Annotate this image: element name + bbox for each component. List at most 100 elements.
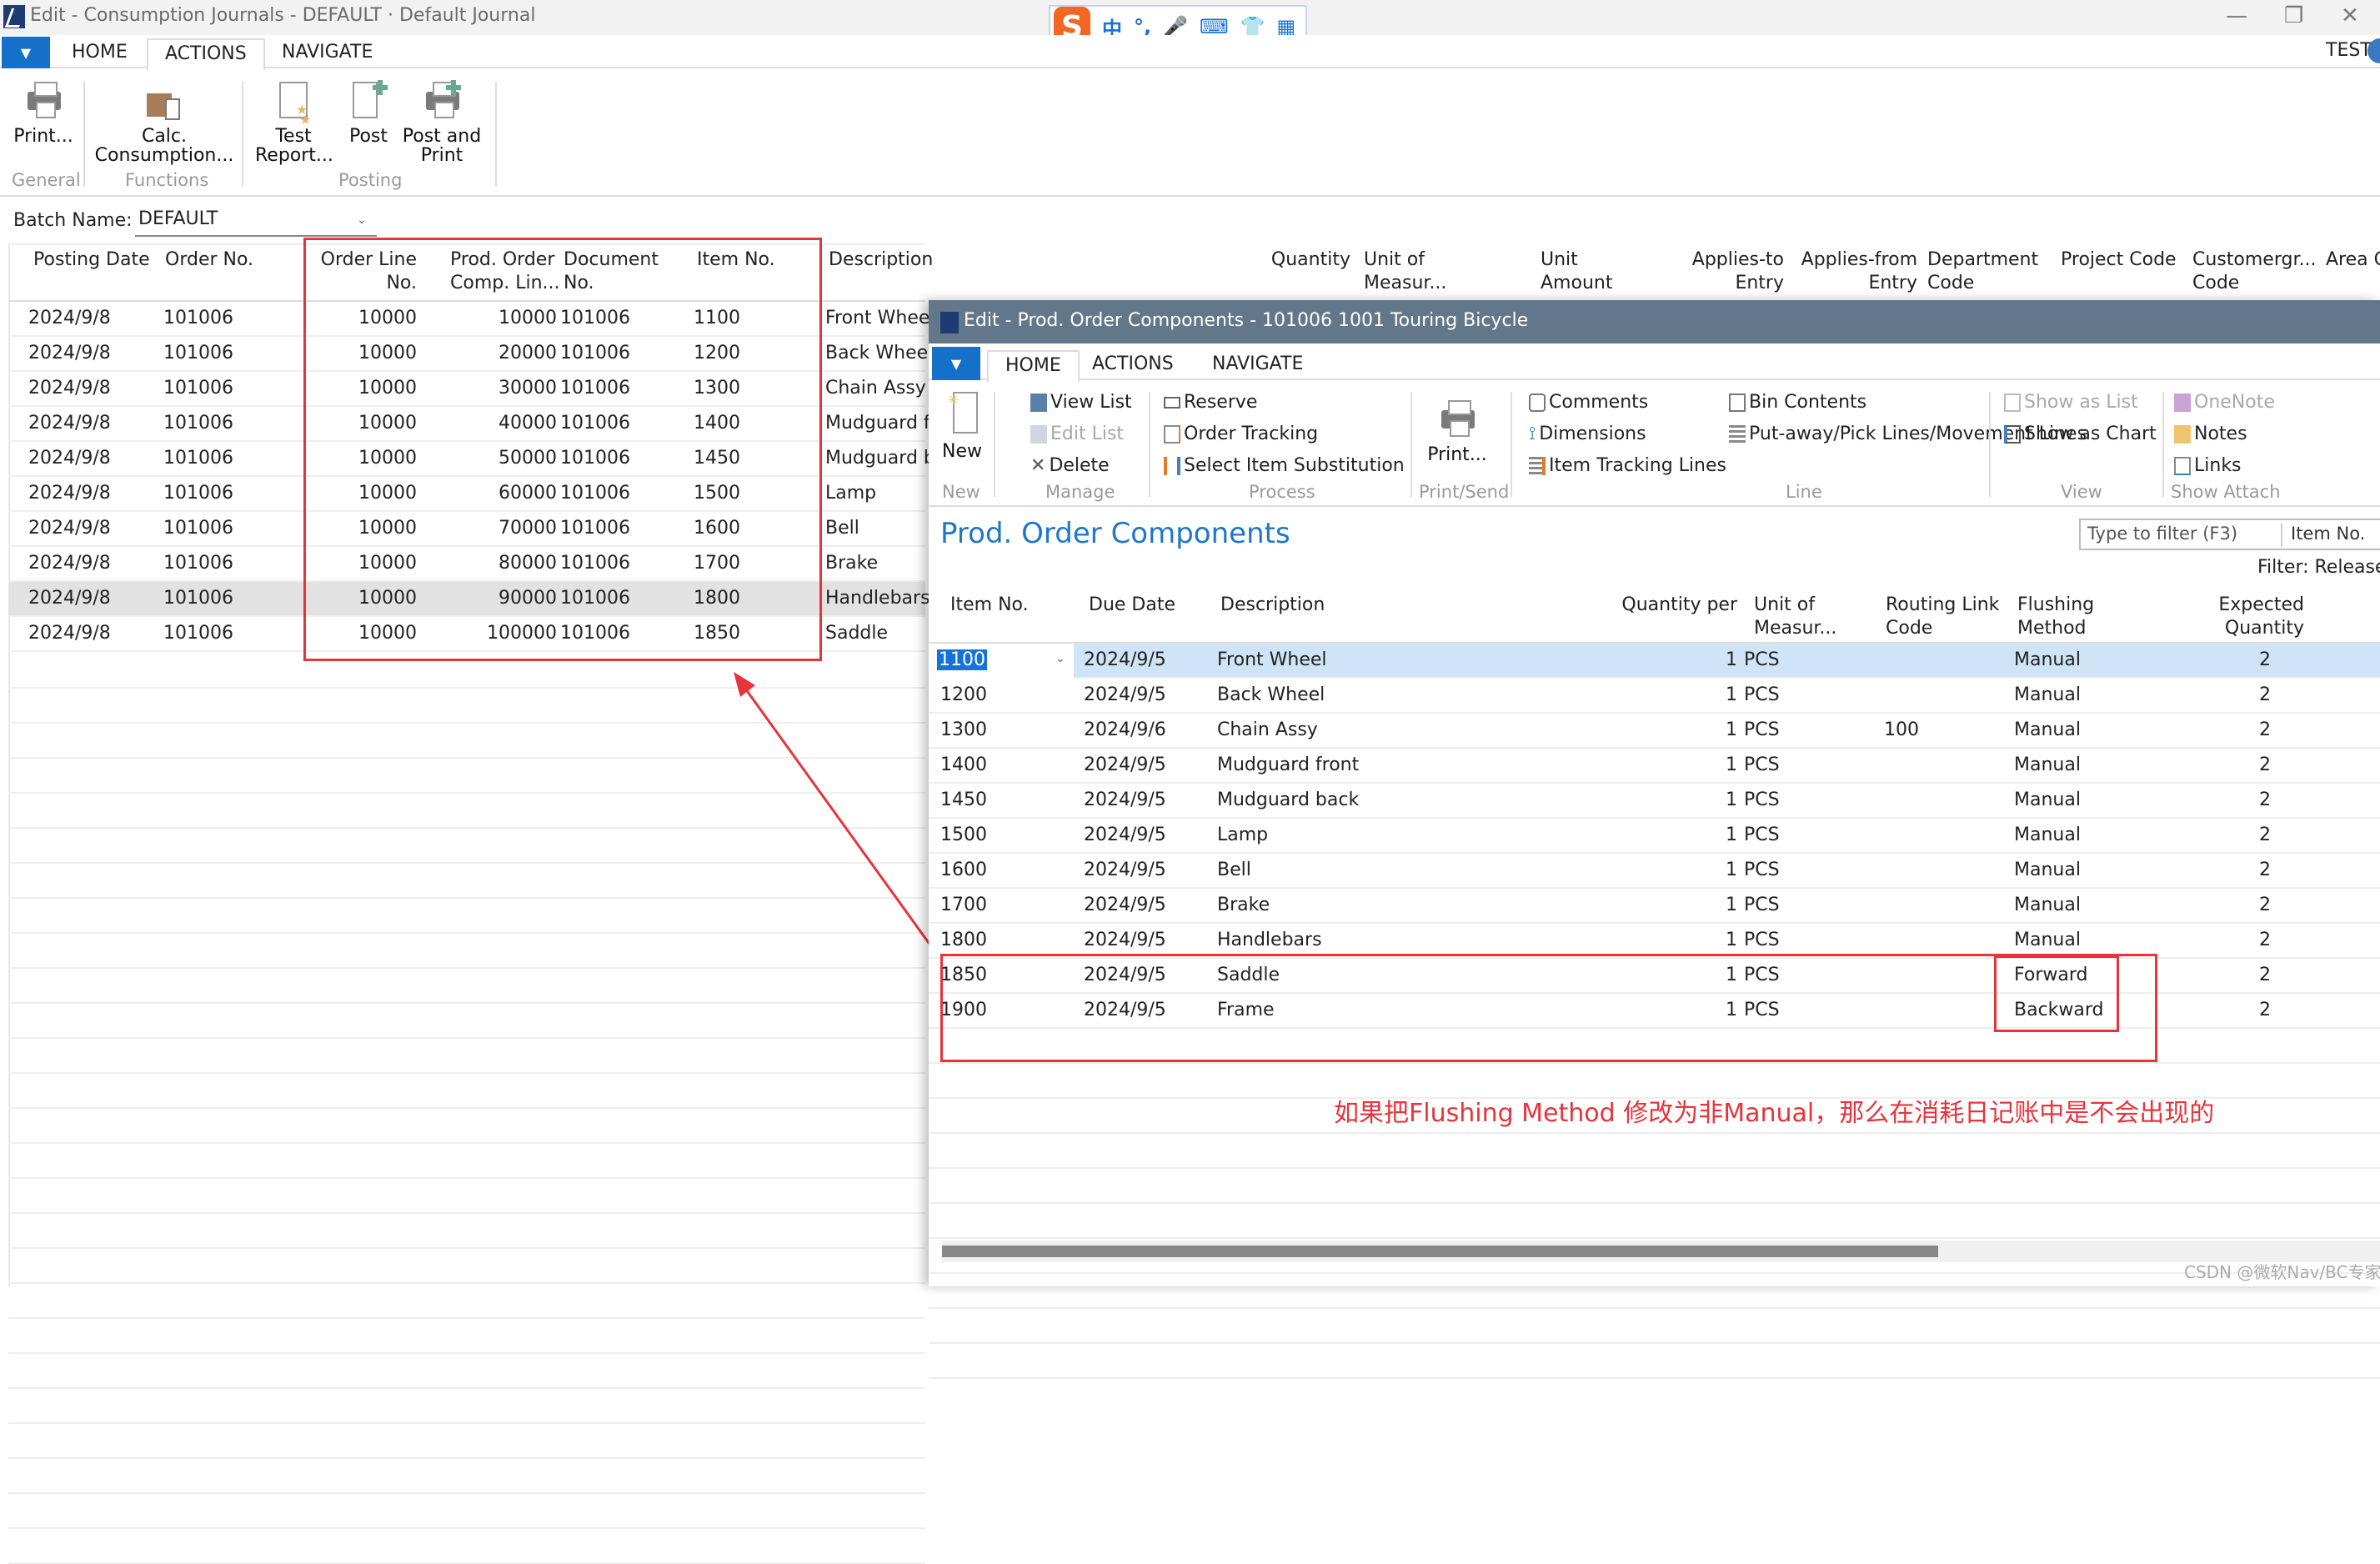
cell-due-date[interactable]: 2024/9/5: [1084, 895, 1166, 915]
tab-home[interactable]: HOME: [55, 38, 144, 70]
cell-flushing[interactable]: Manual: [2014, 649, 2081, 670]
component-row[interactable]: 1600 2024/9/5 Bell 1 PCS Manual 2: [929, 854, 2380, 889]
item-tracking-lines-button[interactable]: Item Tracking Lines: [1529, 455, 1726, 476]
cell-posting-date[interactable]: 2024/9/8: [28, 588, 111, 609]
restore-button[interactable]: ❐: [2284, 3, 2303, 28]
cell-uom[interactable]: PCS: [1744, 684, 1780, 705]
cell-expected-qty[interactable]: 2: [2229, 860, 2271, 880]
cell-uom[interactable]: PCS: [1744, 649, 1780, 670]
comments-button[interactable]: Comments: [1529, 392, 1648, 413]
cell-uom[interactable]: PCS: [1744, 930, 1780, 950]
column-header[interactable]: Applies-from Entry: [1792, 248, 1917, 295]
cell-posting-date[interactable]: 2024/9/8: [28, 518, 111, 539]
cell-description[interactable]: Brake: [825, 553, 878, 574]
show-as-chart-button[interactable]: Show as Chart: [2004, 424, 2157, 444]
column-header[interactable]: Applies-to Entry: [1686, 248, 1784, 295]
cell-description[interactable]: Lamp: [825, 483, 876, 504]
links-button[interactable]: Links: [2174, 455, 2242, 476]
cell-qty-per[interactable]: 1: [1679, 754, 1737, 775]
popup-menu-dropdown-button[interactable]: ▼: [932, 347, 980, 380]
cell-order-no[interactable]: 101006: [163, 378, 233, 399]
popup-tab-actions[interactable]: ACTIONS: [1075, 350, 1190, 382]
cell-item-no[interactable]: 1800: [940, 930, 987, 950]
bin-contents-button[interactable]: Bin Contents: [1729, 392, 1866, 413]
cell-order-no[interactable]: 101006: [163, 518, 233, 539]
cell-description[interactable]: Front Wheel: [1217, 649, 1327, 670]
cell-routing-link[interactable]: 100: [1884, 719, 1919, 740]
component-row[interactable]: 1500 2024/9/5 Lamp 1 PCS Manual 2: [929, 819, 2380, 854]
cell-item-no[interactable]: 1300: [940, 719, 987, 740]
cell-order-no[interactable]: 101006: [163, 448, 233, 469]
cell-item-no[interactable]: 1400: [940, 754, 987, 775]
cell-order-no[interactable]: 101006: [163, 588, 233, 609]
cell-description[interactable]: Handlebars: [1217, 930, 1322, 950]
cell-expected-qty[interactable]: 2: [2229, 684, 2271, 705]
popup-column-header[interactable]: Item No.: [950, 594, 1050, 617]
cell-description[interactable]: Bell: [825, 518, 859, 539]
close-button[interactable]: ✕: [2341, 3, 2359, 28]
column-header[interactable]: Area C: [2326, 248, 2380, 272]
popup-print-button[interactable]: Print...: [1422, 399, 1492, 464]
popup-tab-home[interactable]: HOME: [987, 350, 1080, 382]
cell-qty-per[interactable]: 1: [1679, 649, 1737, 670]
cell-uom[interactable]: PCS: [1744, 860, 1780, 880]
edit-list-button[interactable]: Edit List: [1030, 424, 1124, 444]
cell-item-no[interactable]: 1450: [940, 790, 987, 810]
cell-posting-date[interactable]: 2024/9/8: [28, 448, 111, 469]
cell-description[interactable]: Bell: [1217, 860, 1251, 880]
show-as-list-button[interactable]: Show as List: [2004, 392, 2138, 413]
cell-order-no[interactable]: 101006: [163, 308, 233, 328]
cell-item-no[interactable]: 1100: [937, 649, 987, 670]
cell-expected-qty[interactable]: 2: [2229, 754, 2271, 775]
cell-posting-date[interactable]: 2024/9/8: [28, 308, 111, 328]
cell-description[interactable]: Front Wheel: [825, 308, 935, 328]
popup-column-header[interactable]: Expected Quantity: [2204, 594, 2304, 640]
cell-flushing[interactable]: Manual: [2014, 754, 2081, 775]
filter-box[interactable]: Type to filter (F3) Item No.: [2079, 519, 2380, 550]
reserve-button[interactable]: Reserve: [1164, 392, 1257, 413]
column-header[interactable]: Order No.: [165, 248, 265, 272]
cell-due-date[interactable]: 2024/9/5: [1084, 825, 1166, 845]
cell-posting-date[interactable]: 2024/9/8: [28, 483, 111, 504]
test-report-button[interactable]: ★ ★ Test Report...: [255, 80, 333, 165]
new-button[interactable]: ✳ New: [939, 390, 985, 461]
cell-order-no[interactable]: 101006: [163, 343, 233, 363]
cell-description[interactable]: Back Wheel: [1217, 684, 1325, 705]
column-header[interactable]: Customergr... Code: [2192, 248, 2316, 295]
cell-description[interactable]: Lamp: [1217, 825, 1268, 845]
print-button[interactable]: Print...: [12, 80, 75, 146]
cell-description[interactable]: Chain Assy: [825, 378, 926, 399]
cell-uom[interactable]: PCS: [1744, 825, 1780, 845]
select-item-substitution-button[interactable]: Select Item Substitution: [1164, 455, 1405, 476]
cell-item-no[interactable]: 1700: [940, 895, 987, 915]
cell-order-no[interactable]: 101006: [163, 413, 233, 434]
popup-column-header[interactable]: Quantity per: [1621, 594, 1737, 617]
cell-posting-date[interactable]: 2024/9/8: [28, 413, 111, 434]
cell-order-no[interactable]: 101006: [163, 483, 233, 504]
cell-order-no[interactable]: 101006: [163, 553, 233, 574]
tab-navigate[interactable]: NAVIGATE: [265, 38, 389, 70]
cell-description[interactable]: Brake: [1217, 895, 1270, 915]
cell-flushing[interactable]: Manual: [2014, 719, 2081, 740]
app-menu-dropdown-button[interactable]: ▼: [2, 37, 50, 68]
cell-description[interactable]: Mudguard back: [1217, 790, 1359, 810]
chevron-down-icon[interactable]: ⌄: [357, 213, 367, 227]
column-header[interactable]: Project Code: [2061, 248, 2177, 272]
cell-description[interactable]: Handlebars: [825, 588, 930, 609]
popup-column-header[interactable]: Description: [1220, 594, 1337, 617]
cell-flushing[interactable]: Manual: [2014, 860, 2081, 880]
user-name[interactable]: TEST: [2326, 40, 2372, 61]
cell-item-no[interactable]: 1200: [940, 684, 987, 705]
cell-description[interactable]: Chain Assy: [1217, 719, 1318, 740]
cell-due-date[interactable]: 2024/9/5: [1084, 649, 1166, 670]
column-header[interactable]: Unit of Measur...: [1364, 248, 1472, 295]
tab-actions[interactable]: ACTIONS: [147, 38, 265, 70]
filter-input[interactable]: Type to filter (F3): [2087, 524, 2237, 544]
cell-qty-per[interactable]: 1: [1679, 684, 1737, 705]
component-row[interactable]: 1100 ⌄ 2024/9/5 Front Wheel 1 PCS Manual 2: [929, 644, 2380, 679]
popup-tab-navigate[interactable]: NAVIGATE: [1195, 350, 1320, 382]
popup-column-header[interactable]: Due Date: [1089, 594, 1189, 617]
item-no-edit-cell[interactable]: 1100 ⌄: [929, 644, 1074, 679]
filter-field-select[interactable]: Item No.: [2291, 524, 2365, 544]
popup-column-header[interactable]: Unit of Measur...: [1754, 594, 1862, 640]
